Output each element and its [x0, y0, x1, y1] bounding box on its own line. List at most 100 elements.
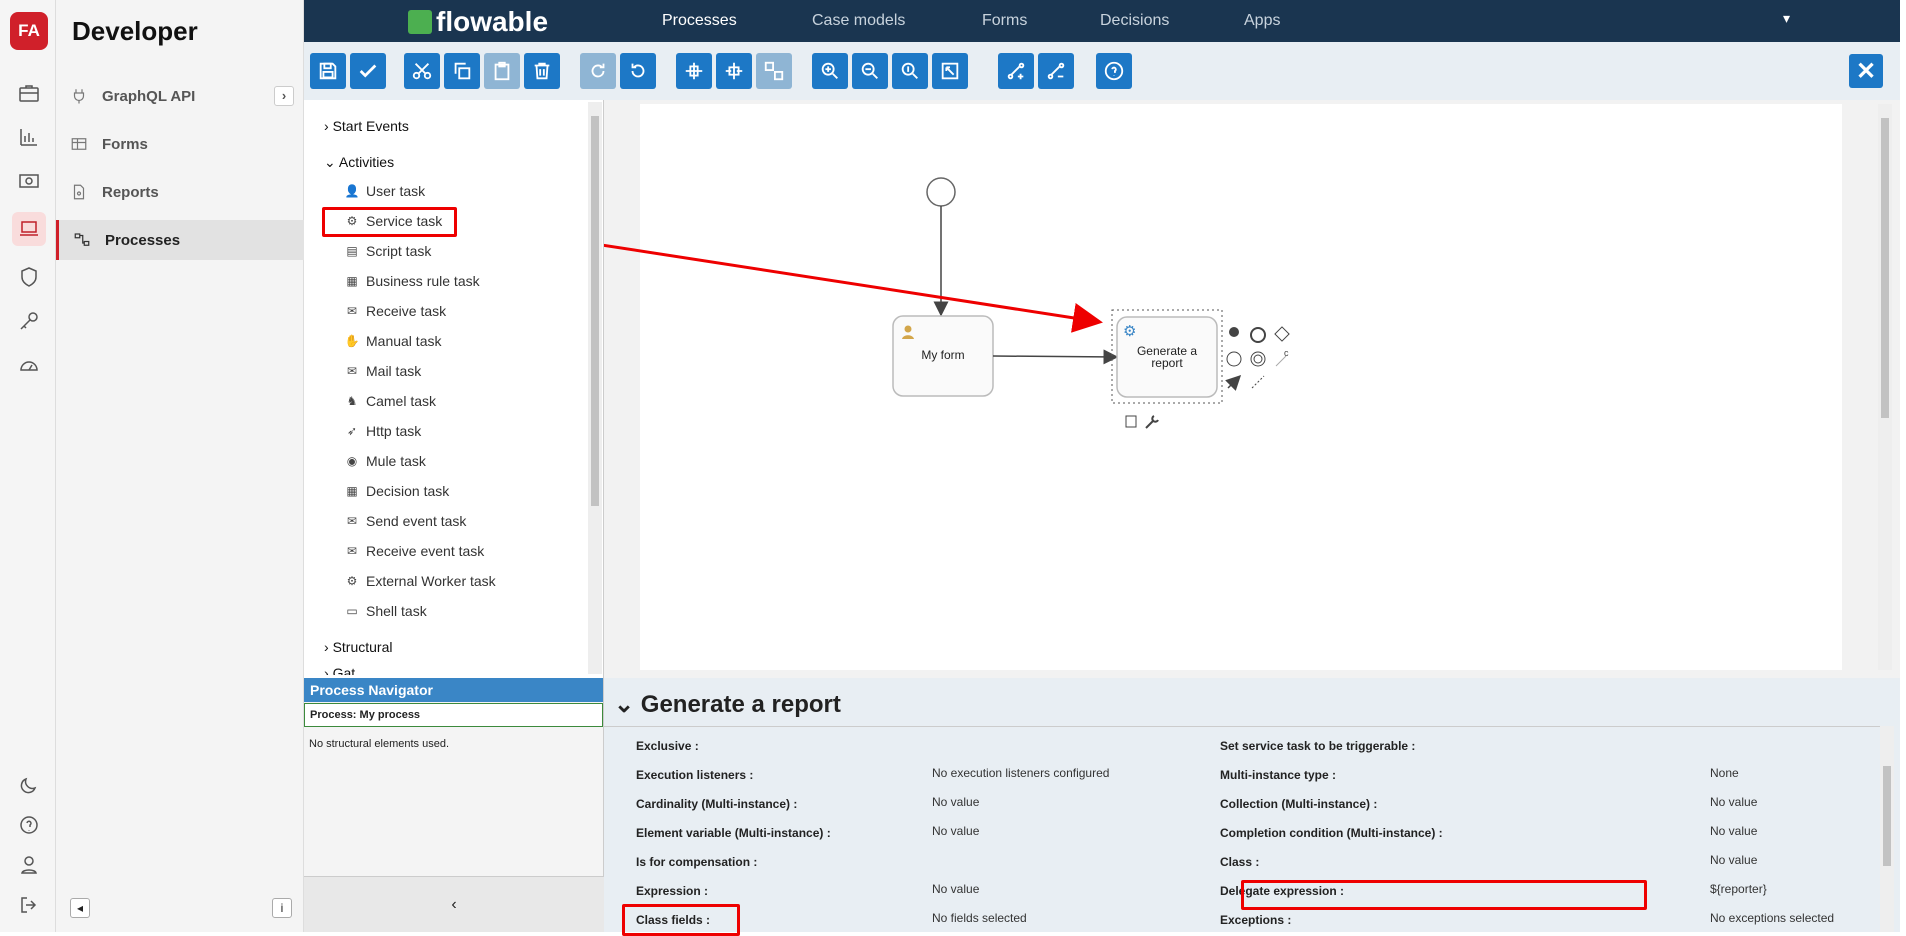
nav-item-reports[interactable]: Reports: [56, 172, 304, 212]
palette-item-label: Camel task: [366, 393, 437, 409]
property-value[interactable]: No value: [1710, 853, 1757, 867]
collapse-sidebar-icon[interactable]: ◂: [70, 898, 90, 918]
app-logo[interactable]: FA: [10, 12, 48, 50]
highlight-service-task: [322, 207, 457, 237]
zoom-out-icon[interactable]: [852, 53, 888, 89]
quick-delete-icon: [1125, 415, 1137, 428]
property-value[interactable]: No value: [932, 824, 979, 838]
moon-icon[interactable]: [12, 768, 46, 802]
process-navigator: Process Navigator Process: My process No…: [304, 678, 604, 932]
collapse-navigator-icon[interactable]: ‹: [304, 876, 604, 932]
align-vertical-icon[interactable]: [716, 53, 752, 89]
zoom-fit-icon[interactable]: [932, 53, 968, 89]
palette-item-label: Decision task: [366, 483, 450, 499]
property-value[interactable]: No value: [932, 882, 979, 896]
gauge-icon[interactable]: [12, 348, 46, 382]
zoom-actual-icon[interactable]: [892, 53, 928, 89]
property-value[interactable]: No fields selected: [932, 911, 1027, 925]
gear-icon: ⚙: [346, 574, 358, 588]
document-icon: [68, 181, 90, 203]
canvas-scrollbar[interactable]: [1878, 104, 1892, 670]
flowable-logo: flowable: [408, 6, 548, 38]
diagram-svg: [604, 177, 1290, 429]
property-value[interactable]: None: [1710, 766, 1739, 780]
palette-item[interactable]: ▭ Shell task: [344, 603, 426, 619]
mule-icon: ◉: [346, 454, 358, 468]
property-value[interactable]: No execution listeners configured: [932, 766, 1109, 780]
property-label: Cardinality (Multi-instance) :: [636, 797, 798, 811]
mail-icon: ✉: [346, 364, 358, 378]
palette-item[interactable]: ▦ Business rule task: [344, 273, 480, 289]
properties-scrollbar[interactable]: [1880, 726, 1894, 932]
nav-item-forms[interactable]: Forms: [56, 124, 304, 164]
palette-item[interactable]: ➶ Http task: [344, 423, 421, 439]
palette-item[interactable]: ✉ Receive task: [344, 303, 446, 319]
palette-section-partial[interactable]: › Gat...: [324, 665, 367, 675]
tab-decisions[interactable]: Decisions: [1100, 12, 1169, 30]
palette-item[interactable]: ✋ Manual task: [344, 333, 442, 349]
property-label: Exceptions :: [1220, 913, 1292, 927]
shape-palette: › Start Events ⌄ Activities 👤 User task ⚙ S…: [304, 100, 604, 678]
rocket-icon: ➶: [346, 424, 358, 438]
key-icon[interactable]: [12, 304, 46, 338]
property-value[interactable]: No value: [1710, 824, 1757, 838]
save-icon[interactable]: [310, 53, 346, 89]
diagram-canvas[interactable]: My form ⚙ Generate a report c: [604, 100, 1900, 678]
property-value[interactable]: No value: [932, 795, 979, 809]
palette-item[interactable]: ⚙ External Worker task: [344, 573, 496, 589]
help-icon[interactable]: [12, 808, 46, 842]
user-icon[interactable]: [12, 848, 46, 882]
tab-case-models[interactable]: Case models: [812, 12, 905, 30]
mail-icon: ✉: [346, 514, 358, 528]
zoom-in-icon[interactable]: [812, 53, 848, 89]
navigator-header: Process Navigator: [304, 678, 603, 702]
property-value[interactable]: No exceptions selected: [1710, 911, 1834, 925]
palette-item[interactable]: ▦ Decision task: [344, 483, 449, 499]
tab-processes[interactable]: Processes: [662, 12, 737, 30]
palette-section-structural[interactable]: › Structural: [324, 639, 392, 655]
palette-item[interactable]: ✉ Send event task: [344, 513, 466, 529]
property-label: Element variable (Multi-instance) :: [636, 826, 831, 840]
info-icon[interactable]: i: [272, 898, 292, 918]
palette-scrollbar[interactable]: [588, 102, 602, 674]
palette-item-label: Business rule task: [366, 273, 480, 289]
chevron-down-icon[interactable]: ▾: [1783, 10, 1790, 27]
bendpoint-add-icon[interactable]: [998, 53, 1034, 89]
navigator-empty-text: No structural elements used.: [309, 738, 450, 750]
tab-forms[interactable]: Forms: [982, 12, 1027, 30]
navigator-process[interactable]: Process: My process: [304, 703, 603, 727]
undo-icon[interactable]: [620, 53, 656, 89]
palette-section-activities[interactable]: ⌄ Activities: [324, 154, 394, 171]
property-value[interactable]: No value: [1710, 795, 1757, 809]
nav-item-label: Processes: [105, 231, 181, 249]
quick-end-event-icon: [1250, 327, 1266, 343]
chevron-right-icon[interactable]: ›: [274, 86, 294, 106]
help-icon[interactable]: [1096, 53, 1132, 89]
palette-item[interactable]: ◉ Mule task: [344, 453, 426, 469]
palette-item[interactable]: ✉ Receive event task: [344, 543, 484, 559]
delete-icon[interactable]: [524, 53, 560, 89]
bendpoint-remove-icon[interactable]: [1038, 53, 1074, 89]
logout-icon[interactable]: [12, 888, 46, 922]
palette-item[interactable]: 👤 User task: [344, 183, 426, 199]
developer-laptop-icon[interactable]: [12, 212, 46, 246]
envelope-icon: ✉: [346, 304, 358, 318]
nav-item-graphql[interactable]: GraphQL API ›: [56, 76, 304, 116]
validate-check-icon[interactable]: [350, 53, 386, 89]
money-icon[interactable]: [12, 164, 46, 198]
align-horizontal-icon[interactable]: [676, 53, 712, 89]
palette-item[interactable]: ♞ Camel task: [344, 393, 436, 409]
palette-item[interactable]: ▤ Script task: [344, 243, 431, 259]
shield-icon[interactable]: [12, 260, 46, 294]
properties-title[interactable]: ⌄ Generate a report: [614, 690, 841, 719]
property-value[interactable]: ${reporter}: [1710, 882, 1767, 896]
palette-section-start-events[interactable]: › Start Events: [324, 118, 409, 134]
close-editor-icon[interactable]: ✕: [1849, 54, 1883, 88]
copy-icon[interactable]: [444, 53, 480, 89]
chart-icon[interactable]: [12, 120, 46, 154]
palette-item[interactable]: ✉ Mail task: [344, 363, 421, 379]
tab-apps[interactable]: Apps: [1244, 12, 1280, 30]
nav-item-processes[interactable]: Processes: [56, 220, 304, 260]
cut-icon[interactable]: [404, 53, 440, 89]
briefcase-icon[interactable]: [12, 76, 46, 110]
